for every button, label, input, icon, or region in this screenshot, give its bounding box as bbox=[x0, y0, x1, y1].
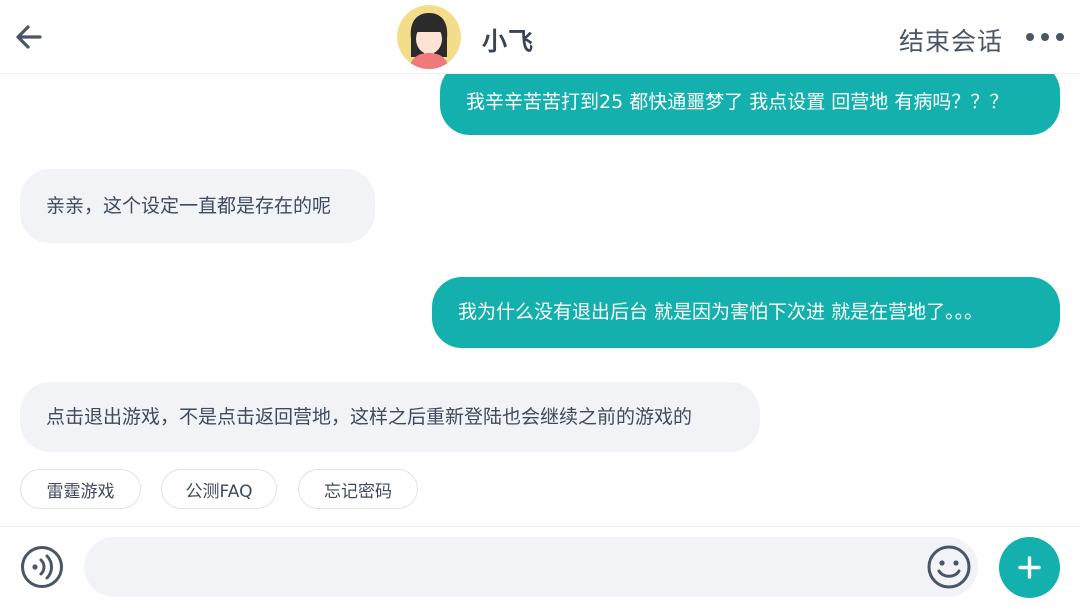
message-input[interactable] bbox=[84, 537, 978, 597]
quick-reply-chip[interactable]: 雷霆游戏 bbox=[20, 469, 141, 509]
agent-name: 小飞 bbox=[482, 27, 535, 56]
end-chat-button[interactable]: 结束会话 bbox=[899, 22, 1003, 58]
agent-message: 点击退出游戏，不是点击返回营地，这样之后重新登陆也会继续之前的游戏的 bbox=[20, 382, 760, 452]
agent-avatar bbox=[397, 5, 461, 69]
quick-reply-chip[interactable]: 忘记密码 bbox=[298, 469, 418, 509]
back-arrow-icon bbox=[16, 25, 42, 49]
agent-message: 亲亲，这个设定一直都是存在的呢 bbox=[20, 169, 375, 243]
emoji-button[interactable] bbox=[926, 544, 972, 590]
more-dots-icon bbox=[1026, 33, 1064, 41]
quick-reply-chip[interactable]: 公测FAQ bbox=[161, 469, 277, 509]
chat-header: 小飞 结束会话 bbox=[0, 0, 1080, 74]
plus-button[interactable] bbox=[999, 537, 1060, 598]
emoji-icon bbox=[927, 545, 971, 589]
user-message: 我为什么没有退出后台 就是因为害怕下次进 就是在营地了。。。 bbox=[432, 277, 1060, 348]
more-button[interactable] bbox=[1024, 27, 1066, 47]
back-button[interactable] bbox=[12, 18, 46, 56]
voice-button[interactable] bbox=[20, 545, 64, 589]
voice-icon bbox=[21, 546, 63, 588]
plus-icon bbox=[1018, 556, 1041, 579]
